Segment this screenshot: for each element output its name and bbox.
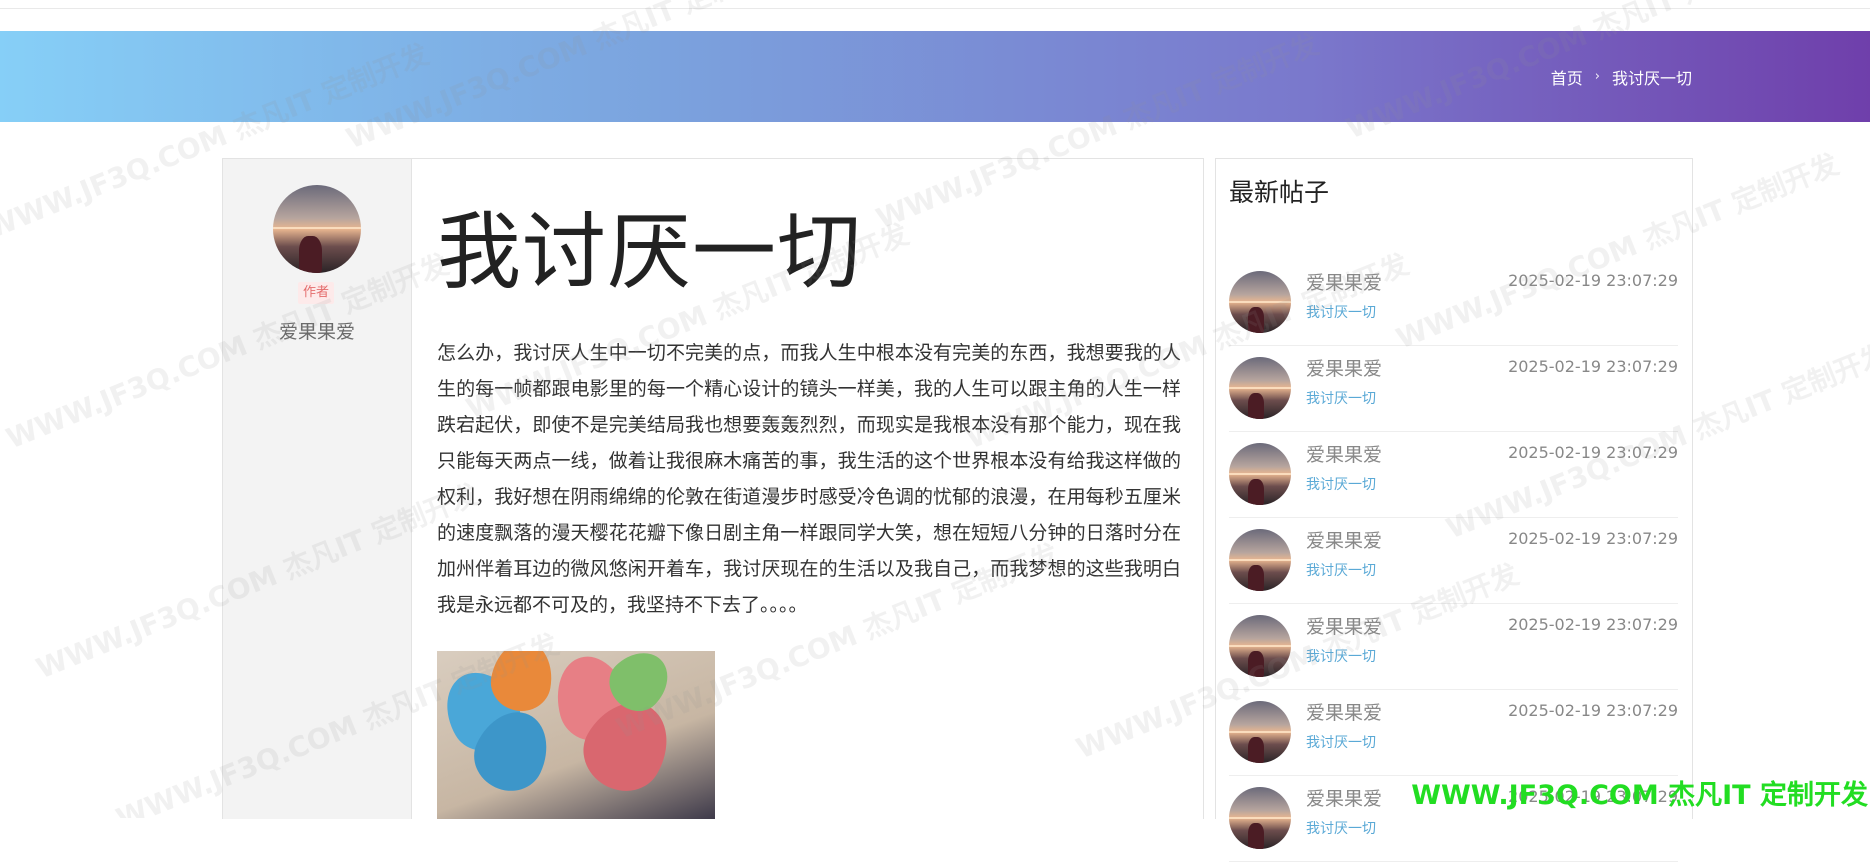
post-author: 爱果果爱 [1306,272,1383,294]
breadcrumb-home-link[interactable]: 首页 [1551,65,1583,89]
post-title-link[interactable]: 我讨厌一切 [1306,388,1376,408]
avatar [1229,529,1291,591]
top-border [0,0,1870,9]
post-title-link[interactable]: 我讨厌一切 [1306,818,1376,838]
sidebar-title: 最新帖子 [1229,178,1330,207]
post-image [437,651,715,819]
post-title-link[interactable]: 我讨厌一切 [1306,732,1376,752]
latest-post-item[interactable]: 爱果果爱 2025-02-19 23:07:29 我讨厌一切 [1229,431,1678,518]
post-title-link[interactable]: 我讨厌一切 [1306,302,1376,322]
latest-post-item[interactable]: 爱果果爱 2025-02-19 23:07:29 我讨厌一切 [1229,689,1678,776]
avatar [1229,701,1291,763]
post-author: 爱果果爱 [1306,444,1383,466]
avatar [1229,443,1291,505]
post-author: 爱果果爱 [1306,358,1383,380]
author-column: 作者 爱果果爱 [223,159,412,819]
post-author: 爱果果爱 [1306,702,1383,724]
post-date: 2025-02-19 23:07:29 [1508,701,1678,720]
latest-posts-sidebar: 最新帖子 爱果果爱 2025-02-19 23:07:29 我讨厌一切 爱果果爱… [1215,158,1693,862]
author-avatar[interactable] [273,185,361,273]
post-date: 2025-02-19 23:07:29 [1508,443,1678,462]
avatar [1229,357,1291,419]
avatar [1229,787,1291,849]
post-body: 怎么办，我讨厌人生中一切不完美的点，而我人生中根本没有完美的东西，我想要我的人生… [437,342,1181,616]
author-name[interactable]: 爱果果爱 [223,317,411,344]
post-title-link[interactable]: 我讨厌一切 [1306,560,1376,580]
post-title: 我讨厌一切 [437,203,863,301]
post-date: 2025-02-19 23:07:29 [1508,271,1678,290]
post-author: 爱果果爱 [1306,788,1383,810]
latest-post-item[interactable]: 爱果果爱 2025-02-19 23:07:29 我讨厌一切 [1229,517,1678,604]
breadcrumb-current: 我讨厌一切 [1611,68,1692,88]
post-author: 爱果果爱 [1306,616,1383,638]
author-badge: 作者 [298,282,334,304]
post-date: 2025-02-19 23:07:29 [1508,357,1678,376]
watermark-corner: WWW.JF3Q.COM 杰凡IT 定制开发 [1411,780,1868,811]
chevron-right-icon: › [1594,69,1600,84]
latest-post-item[interactable]: 爱果果爱 2025-02-19 23:07:29 我讨厌一切 [1229,259,1678,346]
post-title-link[interactable]: 我讨厌一切 [1306,646,1376,666]
latest-post-item[interactable]: 爱果果爱 2025-02-19 23:07:29 我讨厌一切 [1229,345,1678,432]
post-date: 2025-02-19 23:07:29 [1508,529,1678,548]
breadcrumb: 首页 › 我讨厌一切 [1551,31,1692,122]
avatar [1229,615,1291,677]
avatar [1229,271,1291,333]
article-panel: 作者 爱果果爱 我讨厌一切 怎么办，我讨厌人生中一切不完美的点，而我人生中根本没… [222,158,1204,819]
post-title-link[interactable]: 我讨厌一切 [1306,474,1376,494]
post-author: 爱果果爱 [1306,530,1383,552]
post-date: 2025-02-19 23:07:29 [1508,615,1678,634]
latest-post-item[interactable]: 爱果果爱 2025-02-19 23:07:29 我讨厌一切 [1229,603,1678,690]
